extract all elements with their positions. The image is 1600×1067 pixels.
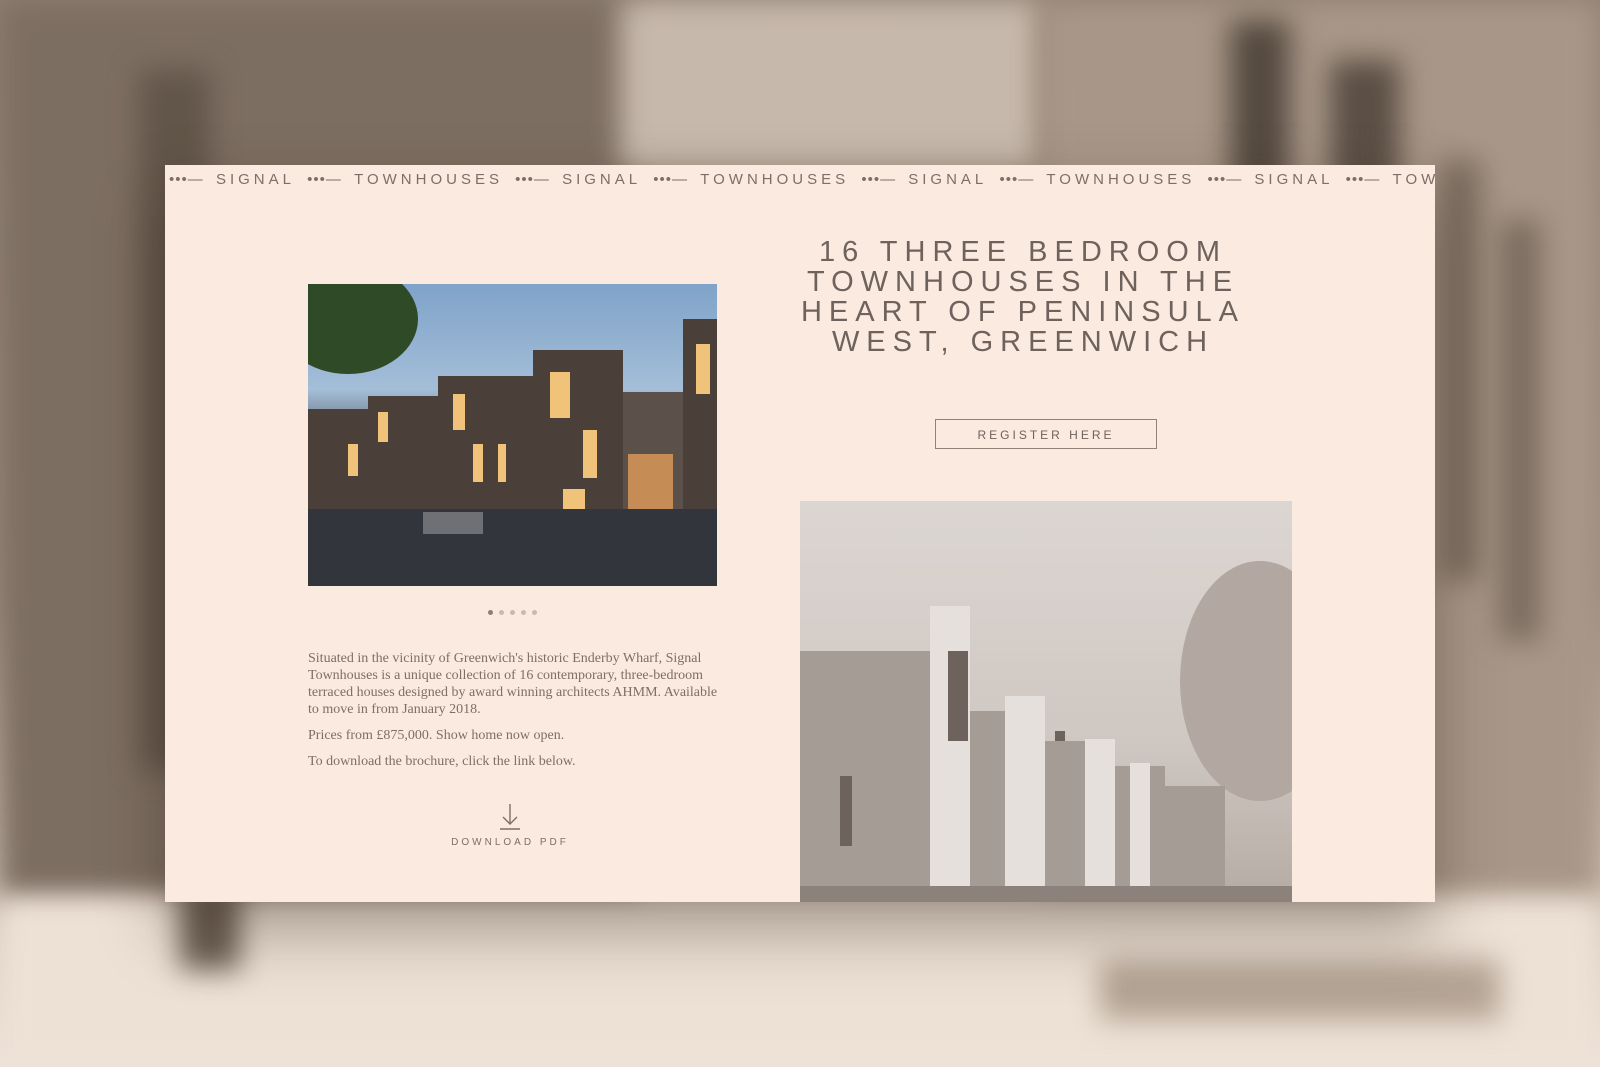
marquee-separator: •••— — [515, 171, 550, 188]
architectural-render-image — [800, 501, 1292, 902]
gallery-pagination — [485, 602, 540, 615]
description-brochure: To download the brochure, click the link… — [308, 754, 576, 769]
pagination-dot[interactable] — [532, 610, 537, 615]
marquee-separator: •••— — [307, 171, 342, 188]
download-arrow-icon — [500, 804, 520, 830]
marquee-item: TOWNHOUS — [1392, 171, 1435, 188]
marquee-item: SIGNAL — [562, 171, 642, 188]
download-pdf-link[interactable]: DOWNLOAD PDF — [410, 803, 610, 848]
register-button[interactable]: REGISTER HERE — [935, 419, 1157, 449]
gallery-image[interactable] — [308, 284, 717, 586]
download-pdf-label: DOWNLOAD PDF — [451, 837, 569, 848]
marquee-item: TOWNHOUSES — [700, 171, 850, 188]
marquee-item: SIGNAL — [908, 171, 988, 188]
description-prices: Prices from £875,000. Show home now open… — [308, 728, 565, 743]
marquee-separator: •••— — [653, 171, 689, 188]
landing-card: •••— SIGNAL •••— TOWNHOUSES •••— SIGNAL … — [165, 165, 1435, 902]
marquee-separator: •••— — [1207, 171, 1243, 188]
pagination-dot[interactable] — [488, 610, 493, 615]
marquee-separator: •••— — [861, 171, 897, 188]
description-intro: Situated in the vicinity of Greenwich's … — [308, 651, 718, 717]
marquee-separator: •••— — [999, 171, 1035, 188]
brand-marquee: •••— SIGNAL •••— TOWNHOUSES •••— SIGNAL … — [165, 165, 1435, 195]
marquee-item: SIGNAL — [215, 171, 295, 188]
marquee-item: TOWNHOUSES — [354, 171, 503, 188]
description: Situated in the vicinity of Greenwich's … — [308, 650, 728, 779]
marquee-item: SIGNAL — [1254, 171, 1334, 188]
marquee-separator: •••— — [169, 171, 204, 188]
marquee-separator: •••— — [1345, 171, 1381, 188]
page-headline: 16 THREE BEDROOM TOWNHOUSES IN THE HEART… — [800, 236, 1245, 358]
pagination-dot[interactable] — [499, 610, 504, 615]
pagination-dot[interactable] — [521, 610, 526, 615]
pagination-dot[interactable] — [510, 610, 515, 615]
marquee-item: TOWNHOUSES — [1046, 171, 1196, 188]
